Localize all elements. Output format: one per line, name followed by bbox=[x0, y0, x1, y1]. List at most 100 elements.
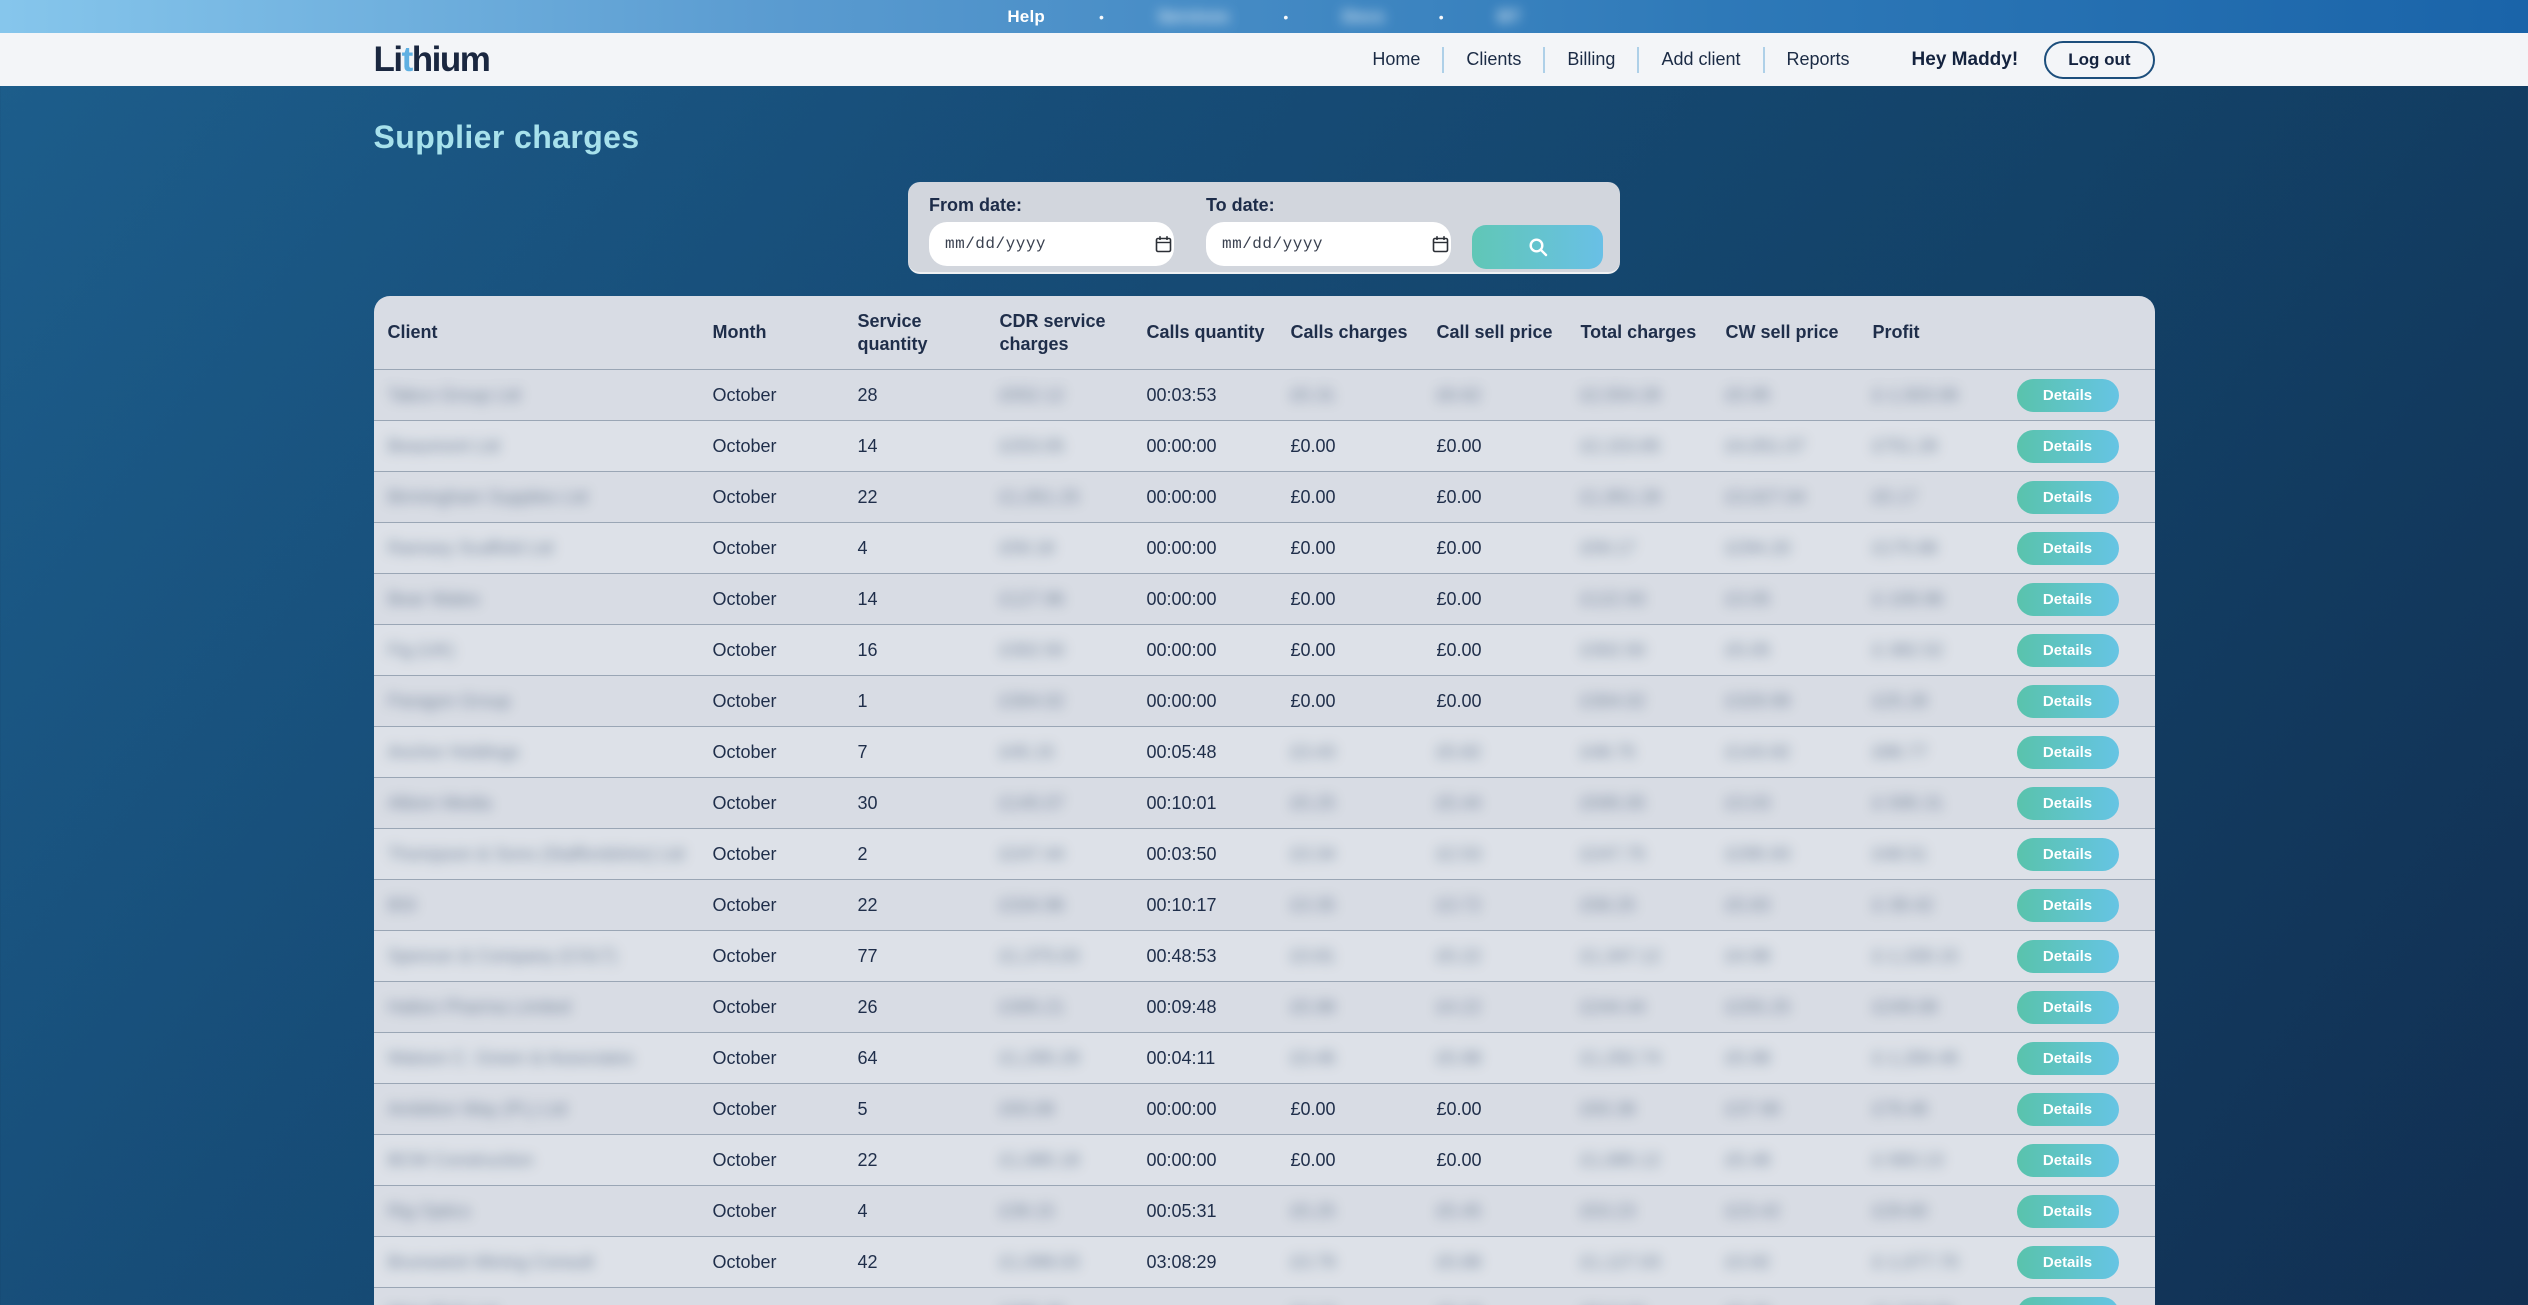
cell-calls-qty: 00:05:48 bbox=[1133, 742, 1277, 763]
cell-client: Ambition Way (PL) Ltd bbox=[374, 1099, 699, 1120]
cell-total-charges: £304.02 bbox=[1567, 691, 1712, 712]
details-button[interactable]: Details bbox=[2017, 940, 2119, 973]
cell-action: Details bbox=[2009, 991, 2155, 1024]
table-row: Ambition Way (PL) LtdOctober5£93.0800:00… bbox=[374, 1083, 2155, 1134]
column-header: CW sell price bbox=[1712, 321, 1859, 344]
blurred-link-3[interactable]: BT bbox=[1498, 7, 1521, 27]
cell-client: Paragon Group bbox=[374, 691, 699, 712]
cell-calls-qty: 00:03:50 bbox=[1133, 844, 1277, 865]
details-button[interactable]: Details bbox=[2017, 685, 2119, 718]
cell-call-sell-price: £0.00 bbox=[1423, 691, 1567, 712]
table-row: Beaumont LtdOctober14£253.0500:00:00£0.0… bbox=[374, 420, 2155, 471]
cell-client: Birmingham Supplies Ltd bbox=[374, 487, 699, 508]
details-button[interactable]: Details bbox=[2017, 532, 2119, 565]
table-row: Brunswick Mining ConsultOctober42£1,098.… bbox=[374, 1236, 2155, 1287]
cell-client: BCM Construction bbox=[374, 1150, 699, 1171]
cell-cw-sell-price: £5.05 bbox=[1712, 640, 1859, 661]
nav-item-clients[interactable]: Clients bbox=[1444, 49, 1543, 70]
lithium-logo[interactable]: Lithium bbox=[374, 40, 490, 80]
calendar-icon[interactable] bbox=[1155, 235, 1172, 253]
details-button[interactable]: Details bbox=[2017, 481, 2119, 514]
cell-calls-charges: £3.43 bbox=[1277, 742, 1423, 763]
cell-month: October bbox=[699, 895, 844, 916]
from-date-field[interactable] bbox=[929, 222, 1174, 266]
nav-item-home[interactable]: Home bbox=[1350, 49, 1442, 70]
cell-client: Watson C. Green & Associates bbox=[374, 1048, 699, 1069]
table-row: Mint (BVI) LtdOctober14£395.3000:01:37£4… bbox=[374, 1287, 2155, 1305]
cell-cdr-charges: £59.18 bbox=[986, 538, 1133, 559]
search-icon bbox=[1527, 236, 1549, 258]
details-button[interactable]: Details bbox=[2017, 1093, 2119, 1126]
nav-item-add-client[interactable]: Add client bbox=[1639, 49, 1762, 70]
cell-call-sell-price: £0.00 bbox=[1423, 538, 1567, 559]
cell-total-charges: £595.05 bbox=[1567, 793, 1712, 814]
cell-action: Details bbox=[2009, 736, 2155, 769]
cell-client: Tabco Group Ltd bbox=[374, 385, 699, 406]
cell-cdr-charges: £145.07 bbox=[986, 793, 1133, 814]
cell-client: Beaumont Ltd bbox=[374, 436, 699, 457]
details-button[interactable]: Details bbox=[2017, 583, 2119, 616]
cell-client: Thompson & Sons (Staffordshire) Ltd bbox=[374, 844, 699, 865]
details-button[interactable]: Details bbox=[2017, 838, 2119, 871]
cell-profit: £-1,284.46 bbox=[1859, 1048, 2009, 1069]
cell-calls-qty: 00:10:01 bbox=[1133, 793, 1277, 814]
cell-cdr-charges: £39.15 bbox=[986, 1201, 1133, 1222]
to-date-field[interactable] bbox=[1206, 222, 1451, 266]
cell-month: October bbox=[699, 691, 844, 712]
details-button[interactable]: Details bbox=[2017, 889, 2119, 922]
cell-month: October bbox=[699, 1099, 844, 1120]
nav-item-billing[interactable]: Billing bbox=[1545, 49, 1637, 70]
search-button[interactable] bbox=[1472, 225, 1603, 269]
details-button[interactable]: Details bbox=[2017, 1297, 2119, 1305]
nav-item-reports[interactable]: Reports bbox=[1765, 49, 1872, 70]
logout-button[interactable]: Log out bbox=[2044, 41, 2154, 79]
details-button[interactable]: Details bbox=[2017, 991, 2119, 1024]
cell-service-qty: 14 bbox=[844, 589, 986, 610]
details-button[interactable]: Details bbox=[2017, 1195, 2119, 1228]
details-button[interactable]: Details bbox=[2017, 1042, 2119, 1075]
cell-calls-charges: £0.00 bbox=[1277, 538, 1423, 559]
cell-calls-charges: £3.46 bbox=[1277, 1048, 1423, 1069]
cell-action: Details bbox=[2009, 583, 2155, 616]
cell-cw-sell-price: £4.98 bbox=[1712, 946, 1859, 967]
cell-action: Details bbox=[2009, 838, 2155, 871]
cell-call-sell-price: £0.00 bbox=[1423, 436, 1567, 457]
cell-service-qty: 7 bbox=[844, 742, 986, 763]
to-date-label: To date: bbox=[1206, 195, 1451, 216]
table-row: BSIOctober22£334.9600:10:17£3.35£3.72£58… bbox=[374, 879, 2155, 930]
column-header: Profit bbox=[1859, 321, 2009, 344]
cell-calls-charges: £0.00 bbox=[1277, 640, 1423, 661]
from-date-input[interactable] bbox=[945, 235, 1155, 253]
details-button[interactable]: Details bbox=[2017, 634, 2119, 667]
cell-client: Anchor Holdings bbox=[374, 742, 699, 763]
cell-call-sell-price: £0.00 bbox=[1423, 487, 1567, 508]
cell-call-sell-price: £5.82 bbox=[1423, 742, 1567, 763]
details-button[interactable]: Details bbox=[2017, 1144, 2119, 1177]
cell-call-sell-price: £5.98 bbox=[1423, 1048, 1567, 1069]
cell-call-sell-price: £4.22 bbox=[1423, 997, 1567, 1018]
details-button[interactable]: Details bbox=[2017, 430, 2119, 463]
cell-client: Fig (UK) bbox=[374, 640, 699, 661]
bullet-separator: • bbox=[1099, 9, 1104, 25]
cell-profit: £48.51 bbox=[1859, 844, 2009, 865]
table-row: Bear WalesOctober14£127.9600:00:00£0.00£… bbox=[374, 573, 2155, 624]
cell-calls-qty: 00:00:00 bbox=[1133, 538, 1277, 559]
blurred-link-2[interactable]: Docs bbox=[1342, 7, 1384, 27]
column-header: CDR service charges bbox=[986, 310, 1133, 355]
cell-action: Details bbox=[2009, 685, 2155, 718]
to-date-input[interactable] bbox=[1222, 235, 1432, 253]
cell-service-qty: 2 bbox=[844, 844, 986, 865]
details-button[interactable]: Details bbox=[2017, 1246, 2119, 1279]
help-link[interactable]: Help bbox=[1007, 7, 1045, 27]
cell-service-qty: 5 bbox=[844, 1099, 986, 1120]
cell-calls-charges: £3.35 bbox=[1277, 895, 1423, 916]
cell-cdr-charges: £1,375.03 bbox=[986, 946, 1133, 967]
details-button[interactable]: Details bbox=[2017, 379, 2119, 412]
cell-calls-qty: 00:48:53 bbox=[1133, 946, 1277, 967]
details-button[interactable]: Details bbox=[2017, 787, 2119, 820]
cell-cw-sell-price: £3,027.04 bbox=[1712, 487, 1859, 508]
cell-action: Details bbox=[2009, 1042, 2155, 1075]
details-button[interactable]: Details bbox=[2017, 736, 2119, 769]
blurred-link-1[interactable]: Services bbox=[1158, 7, 1230, 27]
calendar-icon[interactable] bbox=[1432, 235, 1449, 253]
